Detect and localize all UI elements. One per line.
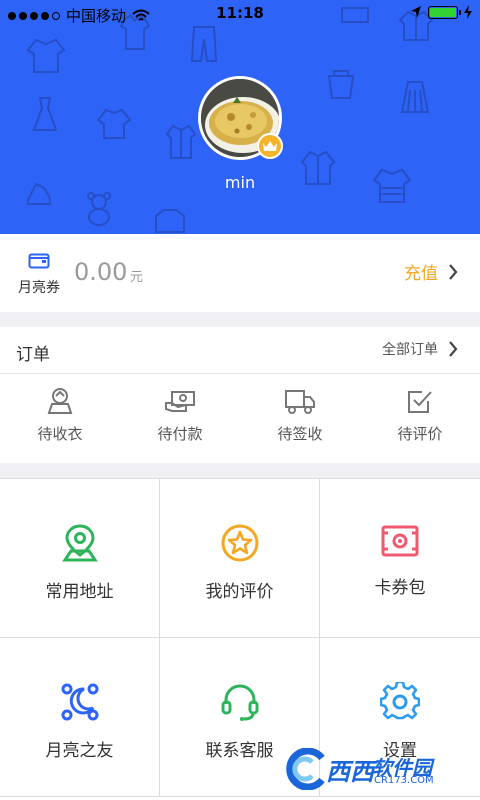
orders-title: 订单 xyxy=(16,345,50,365)
username: min xyxy=(224,173,256,192)
dress-doodle-icon xyxy=(32,97,58,131)
orders-section: 订单 全部订单 待收衣 待付款 待签收 待评价 xyxy=(0,327,480,463)
watermark-url: CR173.COM xyxy=(374,775,434,786)
feature-grid: 常用地址 我的评价 卡券包 月亮之友 联系客服 设置 西西 软件园 CR173.… xyxy=(0,478,480,800)
coupon-label: 月亮券 xyxy=(18,280,60,296)
menu-label: 卡券包 xyxy=(374,578,426,598)
shirt-doodle-icon-2 xyxy=(165,124,197,159)
watermark-logo-icon xyxy=(286,748,325,790)
status-bar: 中国移动 11:18 xyxy=(0,0,480,28)
battery-icon xyxy=(428,5,461,19)
location-arrow-icon xyxy=(411,6,421,18)
site-watermark: 西西 软件园 CR173.COM xyxy=(274,744,474,794)
pants-doodle-icon xyxy=(190,26,218,62)
order-pending-delivery[interactable]: 待签收 xyxy=(240,387,360,444)
delivery-truck-icon xyxy=(285,390,315,414)
order-pending-pickup[interactable]: 待收衣 xyxy=(0,387,120,444)
clock: 11:18 xyxy=(216,4,264,22)
recharge-button[interactable]: 充值 xyxy=(404,259,458,284)
charging-bolt-icon xyxy=(464,5,472,19)
order-status-label: 待收衣 xyxy=(37,425,83,443)
headset-icon xyxy=(221,684,258,721)
menu-friends[interactable]: 月亮之友 xyxy=(0,638,160,797)
coupon-icon xyxy=(381,525,419,557)
all-orders-link[interactable]: 全部订单 xyxy=(382,339,458,359)
order-status-label: 待付款 xyxy=(157,425,203,443)
menu-label: 联系客服 xyxy=(205,741,274,761)
review-check-icon xyxy=(408,391,432,413)
order-pending-payment[interactable]: 待付款 xyxy=(120,387,240,444)
collect-clothes-icon xyxy=(47,388,73,414)
skirt-doodle-icon xyxy=(400,81,430,113)
wallet-icon xyxy=(28,253,50,269)
sweater-doodle-icon xyxy=(96,108,132,139)
payment-icon xyxy=(165,391,195,412)
menu-addresses[interactable]: 常用地址 xyxy=(0,479,160,638)
coupon-balance[interactable]: 月亮券 xyxy=(14,252,64,297)
menu-my-reviews[interactable]: 我的评价 xyxy=(160,479,320,638)
orders-header: 订单 全部订单 xyxy=(0,327,480,374)
all-orders-label: 全部订单 xyxy=(382,342,438,358)
location-pin-icon xyxy=(61,524,98,562)
balance-unit: 元 xyxy=(130,270,144,285)
clothes-doodle-icon xyxy=(26,38,66,73)
menu-label: 常用地址 xyxy=(45,582,114,602)
vip-crown-icon xyxy=(257,133,283,159)
recharge-label: 充值 xyxy=(404,264,438,284)
watermark-text: 西西 xyxy=(326,758,374,786)
chevron-right-icon xyxy=(449,263,458,280)
folded-shirt-doodle-icon xyxy=(155,209,185,233)
gear-icon xyxy=(380,682,420,720)
basket-doodle-icon xyxy=(327,70,355,99)
balance-amount: 0.00 xyxy=(74,258,128,286)
chevron-right-icon xyxy=(449,341,458,357)
menu-label: 我的评价 xyxy=(205,582,274,602)
teddy-bear-doodle-icon xyxy=(87,192,111,226)
balance-row: 月亮券 0.00 元 充值 xyxy=(0,234,480,312)
menu-coupons[interactable]: 卡券包 xyxy=(320,479,480,638)
order-pending-review[interactable]: 待评价 xyxy=(360,387,480,444)
order-status-label: 待签收 xyxy=(277,425,323,443)
star-icon xyxy=(221,524,258,562)
order-status-label: 待评价 xyxy=(397,425,443,443)
profile-header: 中国移动 11:18 min xyxy=(0,0,480,234)
network-friends-icon xyxy=(61,683,98,721)
menu-label: 月亮之友 xyxy=(45,741,114,761)
